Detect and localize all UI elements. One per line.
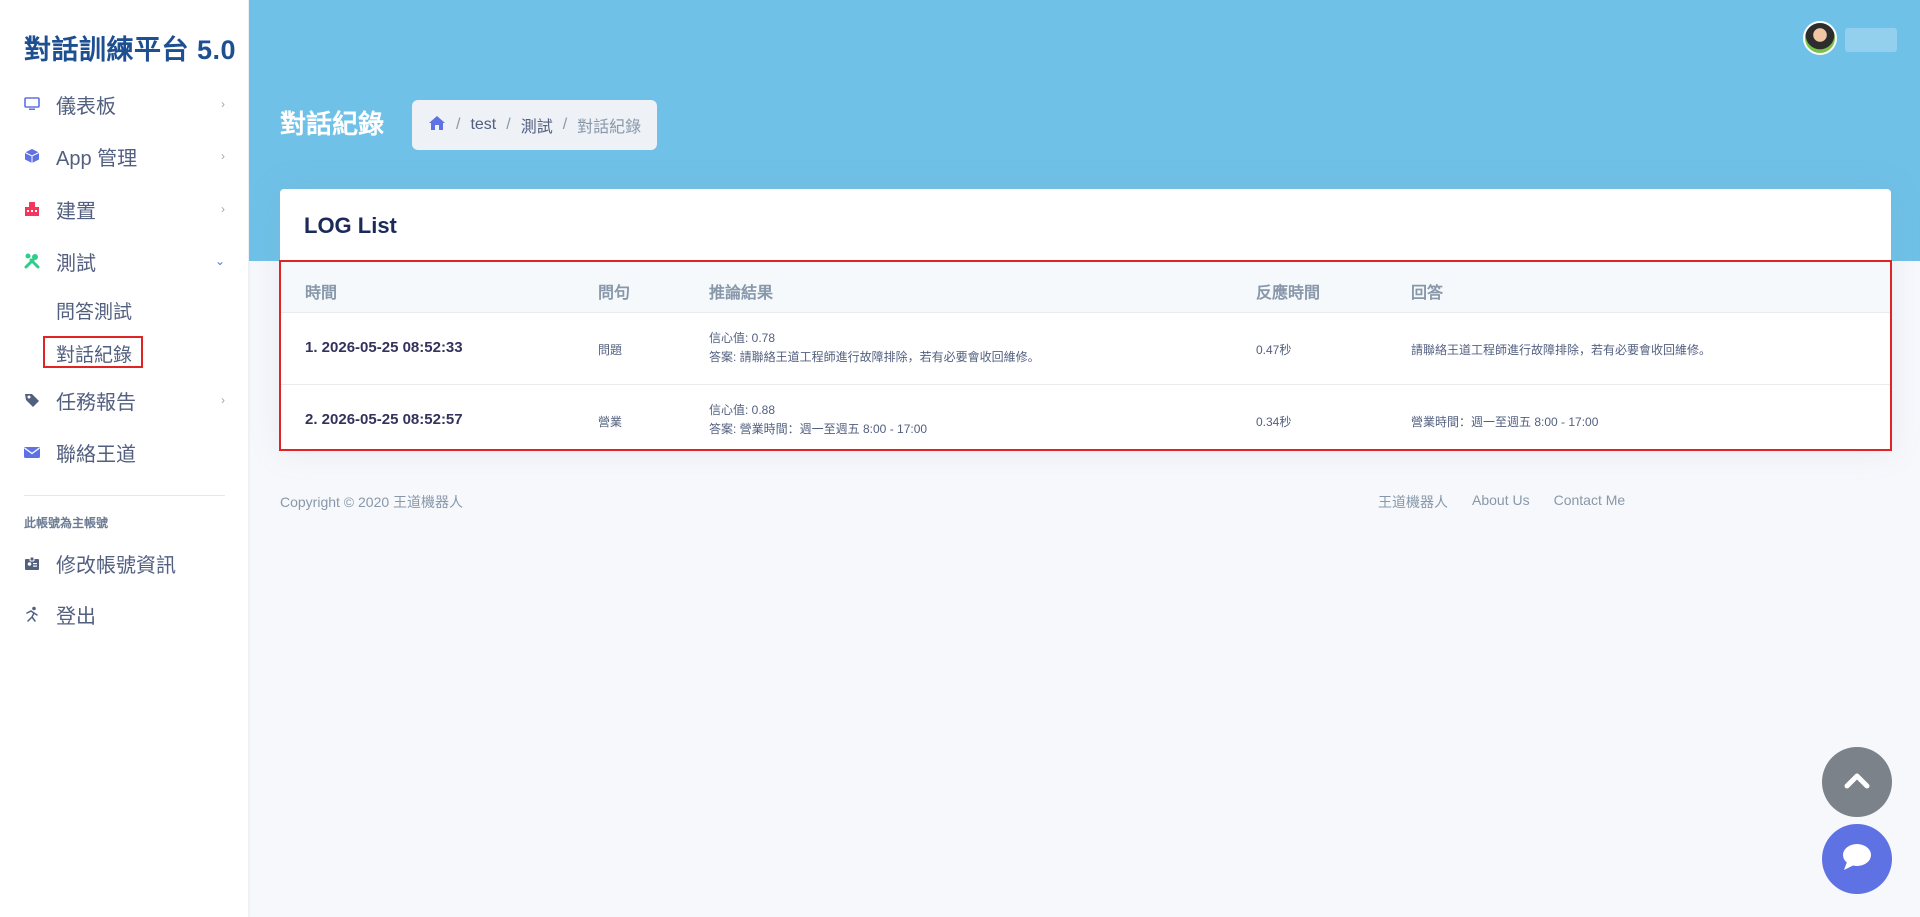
monitor-icon (24, 96, 40, 112)
cell-time: 2. 2026-05-25 08:52:57 (305, 411, 463, 428)
envelope-icon (24, 444, 40, 460)
chat-bubble-icon (1841, 843, 1873, 876)
scroll-to-top-button[interactable] (1822, 747, 1892, 817)
confidence-text: 信心值: 0.88 (709, 403, 776, 417)
answer-text: 答案: 請聯絡王道工程師進行故障排除，若有必要會收回維修。 (709, 350, 1040, 364)
sidebar-item-label: 儀表板 (56, 95, 116, 118)
column-header-inference: 推論結果 (709, 285, 774, 302)
cell-response-time: 0.47秒 (1256, 343, 1292, 357)
table-row[interactable]: 1. 2026-05-25 08:52:33 問題 信心值: 0.78 答案: … (281, 313, 1890, 385)
building-icon (24, 201, 40, 217)
sidebar-item-contact[interactable]: 聯絡王道 (0, 432, 249, 472)
breadcrumb-current: 對話紀錄 (577, 119, 642, 136)
breadcrumb-link-testing[interactable]: 測試 (521, 113, 553, 137)
cell-reply: 營業時間：週一至週五 8:00 - 17:00 (1411, 415, 1599, 429)
sidebar-item-build[interactable]: 建置 › (0, 189, 249, 229)
chevron-down-icon: ⌄ (214, 254, 225, 268)
sidebar-item-label: 登出 (56, 605, 96, 628)
footer-link-company[interactable]: 王道機器人 (1378, 492, 1448, 512)
cell-question: 營業 (598, 415, 623, 429)
sidebar-item-dashboard[interactable]: 儀表板 › (0, 84, 249, 124)
table-header: 時間 問句 推論結果 反應時間 回答 (281, 262, 1890, 313)
chevron-right-icon: › (221, 149, 225, 163)
running-icon (24, 606, 40, 622)
user-menu-placeholder[interactable] (1845, 28, 1897, 52)
cell-question: 問題 (598, 343, 623, 357)
sidebar-divider (24, 495, 225, 496)
breadcrumb-separator: / (506, 116, 511, 133)
log-list-card: LOG List 時間 問句 推論結果 反應時間 回答 1. 2026-05-2… (279, 189, 1892, 451)
user-avatar[interactable] (1803, 21, 1837, 55)
column-header-question: 問句 (598, 285, 631, 302)
sidebar-item-label: 測試 (56, 252, 96, 275)
sidebar-item-logout[interactable]: 登出 (0, 594, 249, 634)
footer-link-contact[interactable]: Contact Me (1554, 492, 1626, 512)
column-header-time: 時間 (305, 285, 338, 302)
chevron-right-icon: › (221, 202, 225, 216)
sidebar-item-app-management[interactable]: App 管理 › (0, 136, 249, 176)
tag-icon (24, 392, 40, 408)
brand-title[interactable]: 對話訓練平台 5.0 (24, 28, 236, 67)
sidebar-item-label: 建置 (56, 200, 96, 223)
footer-link-about[interactable]: About Us (1472, 492, 1530, 512)
sidebar-item-label: App 管理 (56, 147, 138, 170)
sidebar-item-label: 修改帳號資訊 (56, 554, 176, 577)
cell-inference: 信心值: 0.88 答案: 營業時間：週一至週五 8:00 - 17:00 (709, 401, 927, 439)
breadcrumb-separator: / (456, 116, 461, 133)
sidebar-item-edit-account[interactable]: 修改帳號資訊 (0, 543, 249, 583)
breadcrumb-separator: / (562, 116, 568, 133)
chevron-up-icon (1844, 771, 1870, 794)
sidebar-subitem-conversation-log[interactable]: 對話紀錄 (56, 340, 132, 367)
sidebar-item-testing[interactable]: 測試 ⌄ (0, 241, 249, 281)
cube-icon (24, 148, 40, 164)
id-card-icon (24, 555, 40, 571)
answer-text: 答案: 營業時間：週一至週五 8:00 - 17:00 (709, 422, 928, 436)
confidence-text: 信心值: 0.78 (709, 331, 776, 345)
cell-inference: 信心值: 0.78 答案: 請聯絡王道工程師進行故障排除，若有必要會收回維修。 (709, 329, 1040, 367)
account-note: 此帳號為主帳號 (24, 516, 109, 530)
chat-button[interactable] (1822, 824, 1892, 894)
sidebar-item-label: 聯絡王道 (56, 443, 136, 466)
chevron-right-icon: › (221, 393, 225, 407)
cell-time: 1. 2026-05-25 08:52:33 (305, 339, 463, 356)
table-row[interactable]: 2. 2026-05-25 08:52:57 營業 信心值: 0.88 答案: … (281, 385, 1890, 457)
log-table: 時間 問句 推論結果 反應時間 回答 1. 2026-05-25 08:52:3… (279, 260, 1892, 451)
sidebar: 對話訓練平台 5.0 儀表板 › App 管理 › 建置 › 測試 ⌄ 問答測試… (0, 0, 249, 917)
column-header-answer: 回答 (1411, 285, 1444, 302)
tools-icon (24, 253, 40, 269)
breadcrumb-link-test[interactable]: test (470, 116, 496, 134)
cell-reply: 請聯絡王道工程師進行故障排除，若有必要會收回維修。 (1411, 343, 1712, 357)
breadcrumb: / test / 測試 / 對話紀錄 (412, 100, 658, 150)
sidebar-subitem-qa-test[interactable]: 問答測試 (56, 297, 132, 324)
home-icon[interactable] (428, 115, 446, 136)
sidebar-item-task-report[interactable]: 任務報告 › (0, 380, 249, 420)
footer-links: 王道機器人 About Us Contact Me (1378, 492, 1649, 512)
chevron-right-icon: › (221, 97, 225, 111)
copyright-text: Copyright © 2020 王道機器人 (280, 494, 464, 510)
page-title: 對話紀錄 (280, 109, 385, 139)
sidebar-item-label: 任務報告 (56, 391, 136, 414)
column-header-response-time: 反應時間 (1256, 285, 1321, 302)
cell-response-time: 0.34秒 (1256, 415, 1292, 429)
card-title: LOG List (304, 213, 397, 238)
